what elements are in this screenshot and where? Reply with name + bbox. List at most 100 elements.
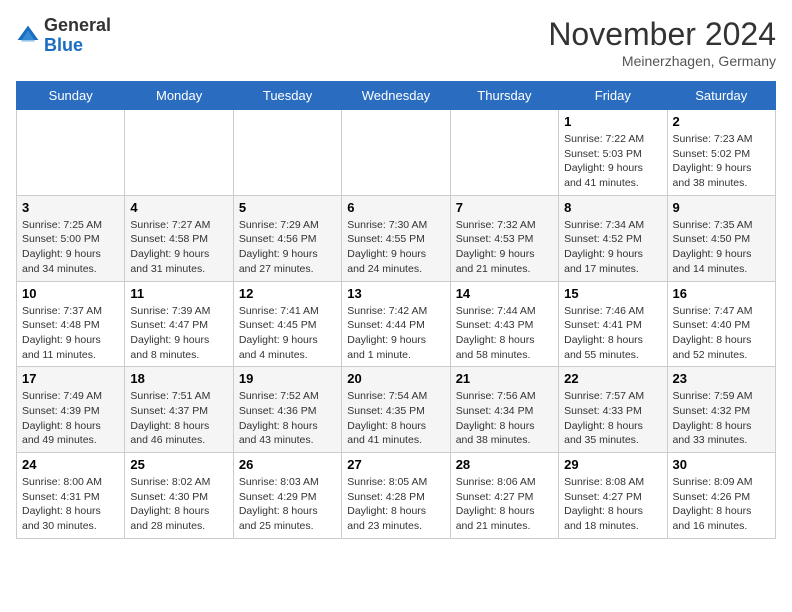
day-info: Sunrise: 7:59 AMSunset: 4:32 PMDaylight:… <box>673 389 770 448</box>
day-info: Sunrise: 7:27 AMSunset: 4:58 PMDaylight:… <box>130 218 227 277</box>
calendar-cell: 7Sunrise: 7:32 AMSunset: 4:53 PMDaylight… <box>450 195 558 281</box>
day-info: Sunrise: 8:05 AMSunset: 4:28 PMDaylight:… <box>347 475 444 534</box>
calendar-cell: 23Sunrise: 7:59 AMSunset: 4:32 PMDayligh… <box>667 367 775 453</box>
calendar-cell: 10 Sunrise: 7:37 AMSunset: 4:48 PMDayligh… <box>17 281 125 367</box>
calendar-cell: 8 Sunrise: 7:34 AMSunset: 4:52 PMDaylight… <box>559 195 667 281</box>
calendar-cell: 27 Sunrise: 8:05 AMSunset: 4:28 PMDayligh… <box>342 453 450 539</box>
calendar-body: 1 Sunrise: 7:22 AMSunset: 5:03 PMDaylight… <box>17 110 776 539</box>
day-info: Sunrise: 7:44 AMSunset: 4:43 PMDaylight:… <box>456 304 553 363</box>
calendar-cell: 3 Sunrise: 7:25 AMSunset: 5:00 PMDaylight… <box>17 195 125 281</box>
day-number: 11 <box>130 286 227 301</box>
day-info: Sunrise: 8:03 AMSunset: 4:29 PMDaylight:… <box>239 475 336 534</box>
day-number: 21 <box>456 371 553 386</box>
calendar-cell: 11Sunrise: 7:39 AMSunset: 4:47 PMDayligh… <box>125 281 233 367</box>
calendar-cell: 1 Sunrise: 7:22 AMSunset: 5:03 PMDaylight… <box>559 110 667 196</box>
day-info: Sunrise: 8:00 AMSunset: 4:31 PMDaylight:… <box>22 475 119 534</box>
day-number: 5 <box>239 200 336 215</box>
calendar-cell: 6 Sunrise: 7:30 AMSunset: 4:55 PMDaylight… <box>342 195 450 281</box>
calendar-cell: 18Sunrise: 7:51 AMSunset: 4:37 PMDayligh… <box>125 367 233 453</box>
day-info: Sunrise: 7:42 AMSunset: 4:44 PMDaylight:… <box>347 304 444 363</box>
day-number: 1 <box>564 114 661 129</box>
day-info: Sunrise: 7:37 AMSunset: 4:48 PMDaylight:… <box>22 304 119 363</box>
day-number: 14 <box>456 286 553 301</box>
weekday-header-cell: Tuesday <box>233 82 341 110</box>
day-number: 6 <box>347 200 444 215</box>
calendar-cell: 16 Sunrise: 7:47 AMSunset: 4:40 PMDayligh… <box>667 281 775 367</box>
calendar-cell: 30Sunrise: 8:09 AMSunset: 4:26 PMDayligh… <box>667 453 775 539</box>
calendar-cell <box>125 110 233 196</box>
logo-blue: Blue <box>44 35 83 55</box>
calendar-cell: 26 Sunrise: 8:03 AMSunset: 4:29 PMDayligh… <box>233 453 341 539</box>
day-number: 10 <box>22 286 119 301</box>
calendar-week-row: 1 Sunrise: 7:22 AMSunset: 5:03 PMDaylight… <box>17 110 776 196</box>
calendar-cell <box>342 110 450 196</box>
day-info: Sunrise: 8:06 AMSunset: 4:27 PMDaylight:… <box>456 475 553 534</box>
day-number: 29 <box>564 457 661 472</box>
weekday-header-cell: Thursday <box>450 82 558 110</box>
month-title: November 2024 <box>548 16 776 53</box>
location-subtitle: Meinerzhagen, Germany <box>548 53 776 69</box>
calendar-cell: 4 Sunrise: 7:27 AMSunset: 4:58 PMDaylight… <box>125 195 233 281</box>
calendar-cell: 5 Sunrise: 7:29 AMSunset: 4:56 PMDaylight… <box>233 195 341 281</box>
day-number: 8 <box>564 200 661 215</box>
weekday-header-row: SundayMondayTuesdayWednesdayThursdayFrid… <box>17 82 776 110</box>
day-info: Sunrise: 7:25 AMSunset: 5:00 PMDaylight:… <box>22 218 119 277</box>
day-number: 30 <box>673 457 770 472</box>
day-number: 20 <box>347 371 444 386</box>
day-info: Sunrise: 7:35 AMSunset: 4:50 PMDaylight:… <box>673 218 770 277</box>
calendar-week-row: 24 Sunrise: 8:00 AMSunset: 4:31 PMDayligh… <box>17 453 776 539</box>
logo-icon <box>16 24 40 48</box>
day-number: 16 <box>673 286 770 301</box>
calendar-cell: 15 Sunrise: 7:46 AMSunset: 4:41 PMDayligh… <box>559 281 667 367</box>
day-info: Sunrise: 7:57 AMSunset: 4:33 PMDaylight:… <box>564 389 661 448</box>
day-number: 4 <box>130 200 227 215</box>
day-number: 27 <box>347 457 444 472</box>
day-info: Sunrise: 7:52 AMSunset: 4:36 PMDaylight:… <box>239 389 336 448</box>
day-number: 13 <box>347 286 444 301</box>
weekday-header-cell: Wednesday <box>342 82 450 110</box>
title-block: November 2024 Meinerzhagen, Germany <box>548 16 776 69</box>
calendar-cell: 9 Sunrise: 7:35 AMSunset: 4:50 PMDaylight… <box>667 195 775 281</box>
calendar-cell: 28Sunrise: 8:06 AMSunset: 4:27 PMDayligh… <box>450 453 558 539</box>
day-info: Sunrise: 7:22 AMSunset: 5:03 PMDaylight:… <box>564 132 661 191</box>
day-info: Sunrise: 7:54 AMSunset: 4:35 PMDaylight:… <box>347 389 444 448</box>
page-header: General Blue November 2024 Meinerzhagen,… <box>16 16 776 69</box>
day-number: 3 <box>22 200 119 215</box>
calendar-table: SundayMondayTuesdayWednesdayThursdayFrid… <box>16 81 776 539</box>
calendar-cell <box>17 110 125 196</box>
weekday-header-cell: Monday <box>125 82 233 110</box>
day-number: 15 <box>564 286 661 301</box>
day-number: 19 <box>239 371 336 386</box>
calendar-week-row: 17Sunrise: 7:49 AMSunset: 4:39 PMDayligh… <box>17 367 776 453</box>
calendar-cell: 24 Sunrise: 8:00 AMSunset: 4:31 PMDayligh… <box>17 453 125 539</box>
logo: General Blue <box>16 16 111 56</box>
calendar-week-row: 10 Sunrise: 7:37 AMSunset: 4:48 PMDayligh… <box>17 281 776 367</box>
day-info: Sunrise: 7:23 AMSunset: 5:02 PMDaylight:… <box>673 132 770 191</box>
calendar-cell <box>450 110 558 196</box>
calendar-cell <box>233 110 341 196</box>
day-number: 24 <box>22 457 119 472</box>
day-info: Sunrise: 8:02 AMSunset: 4:30 PMDaylight:… <box>130 475 227 534</box>
calendar-cell: 21Sunrise: 7:56 AMSunset: 4:34 PMDayligh… <box>450 367 558 453</box>
calendar-cell: 19 Sunrise: 7:52 AMSunset: 4:36 PMDayligh… <box>233 367 341 453</box>
day-number: 26 <box>239 457 336 472</box>
calendar-cell: 13 Sunrise: 7:42 AMSunset: 4:44 PMDayligh… <box>342 281 450 367</box>
calendar-cell: 20 Sunrise: 7:54 AMSunset: 4:35 PMDayligh… <box>342 367 450 453</box>
day-number: 18 <box>130 371 227 386</box>
day-number: 17 <box>22 371 119 386</box>
day-info: Sunrise: 7:34 AMSunset: 4:52 PMDaylight:… <box>564 218 661 277</box>
calendar-cell: 12Sunrise: 7:41 AMSunset: 4:45 PMDayligh… <box>233 281 341 367</box>
calendar-cell: 25Sunrise: 8:02 AMSunset: 4:30 PMDayligh… <box>125 453 233 539</box>
day-number: 2 <box>673 114 770 129</box>
weekday-header-cell: Friday <box>559 82 667 110</box>
calendar-cell: 22Sunrise: 7:57 AMSunset: 4:33 PMDayligh… <box>559 367 667 453</box>
day-info: Sunrise: 7:29 AMSunset: 4:56 PMDaylight:… <box>239 218 336 277</box>
day-info: Sunrise: 7:41 AMSunset: 4:45 PMDaylight:… <box>239 304 336 363</box>
day-info: Sunrise: 7:32 AMSunset: 4:53 PMDaylight:… <box>456 218 553 277</box>
day-info: Sunrise: 7:47 AMSunset: 4:40 PMDaylight:… <box>673 304 770 363</box>
calendar-cell: 29Sunrise: 8:08 AMSunset: 4:27 PMDayligh… <box>559 453 667 539</box>
day-info: Sunrise: 7:46 AMSunset: 4:41 PMDaylight:… <box>564 304 661 363</box>
day-number: 9 <box>673 200 770 215</box>
day-info: Sunrise: 7:30 AMSunset: 4:55 PMDaylight:… <box>347 218 444 277</box>
calendar-week-row: 3 Sunrise: 7:25 AMSunset: 5:00 PMDaylight… <box>17 195 776 281</box>
